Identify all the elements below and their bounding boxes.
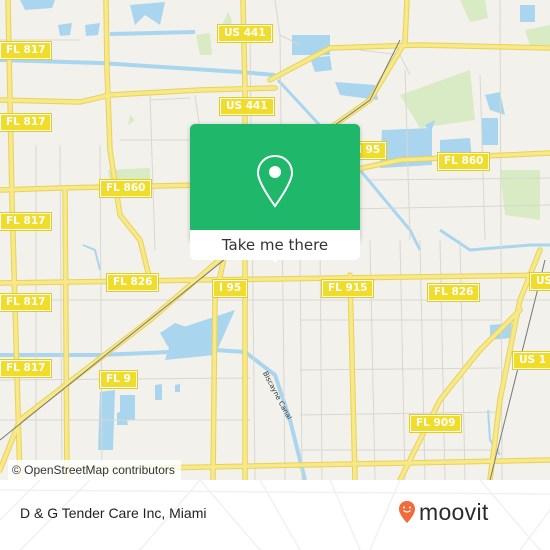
moovit-pin-face-icon <box>399 501 415 523</box>
map-view[interactable]: FL 817 US 441 FL 817 US 441 I 95 FL 860 … <box>0 0 550 480</box>
road-label-us1: US 1 <box>511 351 550 370</box>
road-label-fl817: FL 817 <box>0 113 53 132</box>
road-label-fl817: FL 817 <box>0 293 53 312</box>
moovit-logo[interactable]: moovit <box>398 500 489 524</box>
road-label-us441: US 441 <box>217 24 273 43</box>
road-label-fl817: FL 817 <box>0 359 53 378</box>
road-label-i95: I 95 <box>211 279 249 298</box>
footer-bar: D & G Tender Care Inc, Miami moovit <box>0 480 550 550</box>
road-label-us1: US 1 <box>528 272 550 291</box>
road-label-fl915: FL 915 <box>320 279 375 298</box>
location-pin-icon <box>256 154 294 208</box>
road-label-fl860: FL 860 <box>436 152 491 171</box>
road-label-fl817: FL 817 <box>0 41 53 60</box>
popup-header <box>190 124 360 230</box>
road-label-fl909: FL 909 <box>408 414 463 433</box>
road-label-fl9: FL 9 <box>99 370 138 389</box>
location-popup: Take me there <box>190 124 360 263</box>
road-label-fl826: FL 826 <box>426 283 481 302</box>
road-label-us441: US 441 <box>219 97 275 116</box>
road-label-fl817: FL 817 <box>0 212 53 231</box>
road-label-fl826: FL 826 <box>105 273 160 292</box>
map-attribution[interactable]: © OpenStreetMap contributors <box>8 460 181 480</box>
road-label-fl860: FL 860 <box>98 179 153 198</box>
popup-pointer <box>266 253 284 263</box>
moovit-wordmark: moovit <box>419 499 489 525</box>
place-name: D & G Tender Care Inc, Miami <box>20 505 207 521</box>
